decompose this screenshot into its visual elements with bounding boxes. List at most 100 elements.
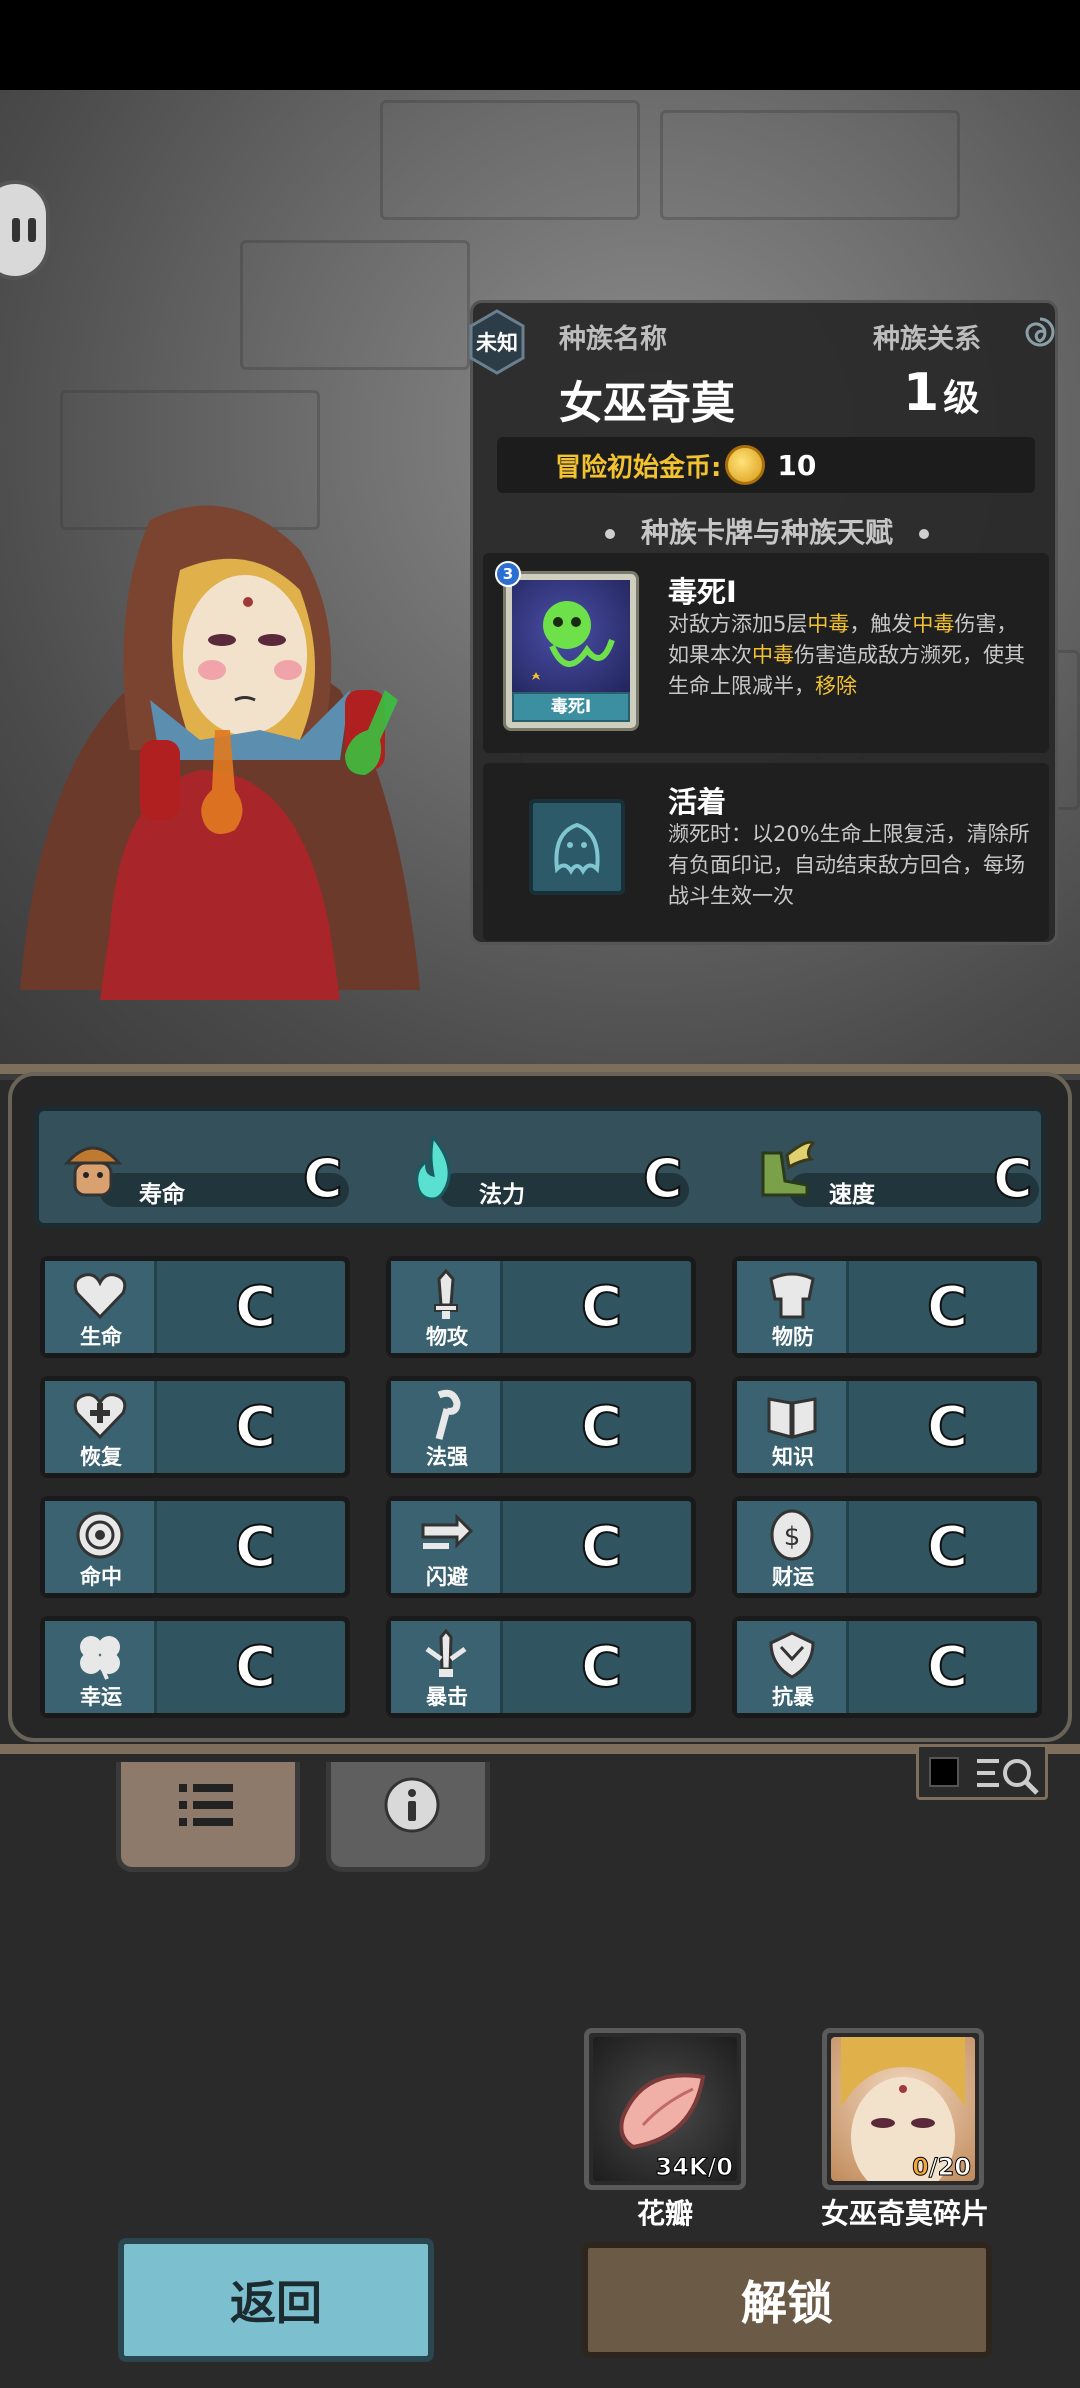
stat-icon-area: 抗暴 (737, 1621, 849, 1713)
stat-grade: C (926, 1514, 969, 1581)
heart-plus-icon (73, 1393, 127, 1440)
primary-stats-bar: 寿命 C 法力 C 速度 C (34, 1106, 1046, 1228)
swirl-icon[interactable] (1023, 315, 1057, 349)
witch-shard-count: 0/20 (912, 2153, 972, 2182)
witch-character-portrait (20, 505, 420, 1000)
stat-grade: C (580, 1274, 623, 1341)
staff-icon (435, 1389, 461, 1440)
stat-label: 命中 (80, 1565, 122, 1589)
stat-icon-area: $ 财运 (737, 1501, 849, 1593)
petal-label: 花瓣 (636, 2197, 693, 2230)
gold-coin-icon (725, 445, 766, 485)
heart-icon (73, 1273, 127, 1320)
card-rank-badge: 3 (495, 561, 521, 587)
stat-grade: C (580, 1394, 623, 1461)
stat-grade: C (234, 1274, 277, 1341)
stat-cell[interactable]: 法强 C (386, 1376, 696, 1478)
coin-icon: $ (770, 1509, 814, 1561)
petal-count: 34K/0 (655, 2153, 733, 2182)
unknown-badge[interactable]: 未知 (467, 309, 527, 375)
stat-cell[interactable]: 知识 C (732, 1376, 1042, 1478)
talent-name: 毒死Ⅰ (668, 575, 737, 609)
tab-stats-list[interactable] (116, 1762, 300, 1872)
stat-icon-area: 法强 (391, 1381, 503, 1473)
filter-search-button[interactable] (916, 1744, 1048, 1800)
starting-gold-bar: 冒险初始金币: 10 (497, 437, 1035, 493)
back-button[interactable]: 返回 (118, 2238, 434, 2362)
dodge-arrow-icon (421, 1513, 474, 1549)
stat-grade: C (992, 1146, 1034, 1211)
stat-icon-area: 生命 (45, 1261, 157, 1353)
stat-icon-area: 恢复 (45, 1381, 157, 1473)
stat-cell[interactable]: 恢复 C (40, 1376, 350, 1478)
stat-mana[interactable]: 法力 C (379, 1111, 699, 1223)
unlock-button[interactable]: 解锁 (582, 2242, 992, 2358)
stat-label: 知识 (772, 1445, 814, 1469)
stat-label: 物防 (772, 1325, 814, 1349)
pause-button[interactable] (0, 180, 50, 280)
stat-icon-area: 幸运 (45, 1621, 157, 1713)
search-list-icon (977, 1759, 1039, 1795)
stat-grade: C (580, 1514, 623, 1581)
stat-grade: C (234, 1514, 277, 1581)
mushroom-creature-icon (63, 1146, 123, 1197)
stat-lifespan[interactable]: 寿命 C (39, 1111, 359, 1223)
race-level: 1 级 (903, 363, 979, 423)
ghost-talent-icon (529, 799, 625, 895)
petal-resource[interactable]: 34K/0 (584, 2028, 746, 2190)
stat-grade: C (302, 1146, 344, 1211)
stat-cell[interactable]: 物防 C (732, 1256, 1042, 1358)
toggle-box-icon (929, 1757, 959, 1787)
tab-info[interactable] (326, 1762, 490, 1872)
level-unit: 级 (943, 378, 980, 419)
stat-cell[interactable]: 暴击 C (386, 1616, 696, 1718)
talent-description: 对敌方添加5层中毒，触发中毒伤害，如果本次中毒伤害造成敌方濒死，使其生命上限减半… (668, 612, 1025, 698)
stat-label: 法力 (479, 1182, 525, 1208)
stat-icon-area: 暴击 (391, 1621, 503, 1713)
stat-icon-area: 闪避 (391, 1501, 503, 1593)
stat-grade: C (234, 1394, 277, 1461)
stat-label: 物攻 (426, 1325, 468, 1349)
stat-cell[interactable]: $ 财运 C (732, 1496, 1042, 1598)
stat-label: 速度 (829, 1182, 875, 1208)
race-name-label: 种族名称 (559, 324, 667, 355)
stat-label: 寿命 (139, 1182, 185, 1208)
poison-card-caption: 毒死Ⅰ (512, 692, 630, 722)
stat-label: 法强 (426, 1445, 468, 1469)
stat-label: 恢复 (80, 1445, 122, 1469)
stat-cell[interactable]: 命中 C (40, 1496, 350, 1598)
target-icon (76, 1511, 124, 1559)
witch-shard-resource[interactable]: 0/20 (822, 2028, 984, 2190)
stat-label: 抗暴 (772, 1685, 814, 1709)
crit-sword-icon (425, 1629, 467, 1677)
stat-grade: C (234, 1634, 277, 1701)
svg-text:$: $ (784, 1522, 801, 1552)
stat-cell[interactable]: 幸运 C (40, 1616, 350, 1718)
poison-card-icon[interactable]: 毒死Ⅰ (503, 571, 639, 731)
unknown-badge-text: 未知 (476, 331, 518, 355)
stat-grade: C (642, 1146, 684, 1211)
shield-burst-icon (769, 1631, 815, 1679)
book-icon (767, 1397, 817, 1439)
stat-label: 闪避 (426, 1565, 468, 1589)
stat-cell[interactable]: 物攻 C (386, 1256, 696, 1358)
stat-label: 财运 (772, 1565, 814, 1589)
stat-cell[interactable]: 生命 C (40, 1256, 350, 1358)
list-icon (179, 1784, 233, 1826)
talent-card-poison[interactable]: 3 毒死Ⅰ 毒死Ⅰ 对敌方添加5层中毒，触发中毒伤害，如果本次中毒伤害造成敌方濒… (483, 553, 1049, 753)
starting-gold-label: 冒险初始金币: (555, 452, 722, 483)
stat-grade: C (926, 1274, 969, 1341)
stat-cell[interactable]: 闪避 C (386, 1496, 696, 1598)
pause-icon (12, 218, 36, 242)
armor-icon (769, 1272, 815, 1319)
stat-icon-area: 知识 (737, 1381, 849, 1473)
talent-description: 濒死时：以20%生命上限复活，清除所有负面印记，自动结束敌方回合，每场战斗生效一… (668, 822, 1030, 908)
race-relation-label[interactable]: 种族关系 (873, 317, 981, 356)
blue-flame-icon (415, 1133, 451, 1201)
level-number: 1 (903, 363, 940, 423)
stat-icon-area: 物攻 (391, 1261, 503, 1353)
starting-gold-value: 10 (777, 448, 817, 482)
stat-cell[interactable]: 抗暴 C (732, 1616, 1042, 1718)
talent-card-alive[interactable]: 活着 濒死时：以20%生命上限复活，清除所有负面印记，自动结束敌方回合，每场战斗… (483, 763, 1049, 941)
stat-speed[interactable]: 速度 C (729, 1111, 1049, 1223)
